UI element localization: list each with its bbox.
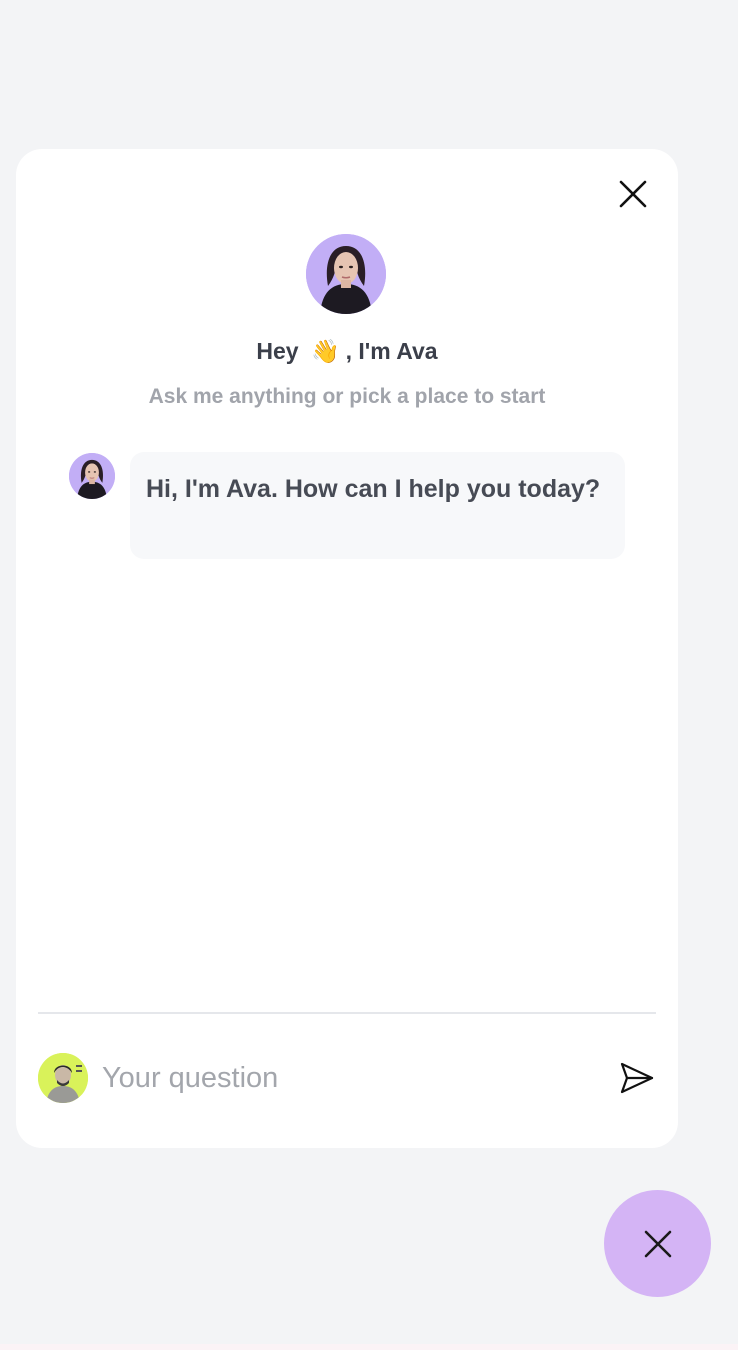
composer-divider — [38, 1012, 656, 1014]
page: Hey 👋, I'm Ava Ask me anything or pick a… — [0, 0, 738, 1350]
assistant-portrait-icon — [69, 453, 115, 499]
assistant-avatar-large — [306, 234, 386, 314]
assistant-portrait-icon — [306, 234, 386, 314]
close-icon — [619, 180, 647, 208]
wave-emoji-icon: 👋 — [310, 338, 340, 364]
question-input[interactable] — [102, 1055, 602, 1101]
greeting-suffix: , I'm Ava — [345, 338, 438, 364]
close-icon — [644, 1230, 671, 1257]
close-button[interactable] — [616, 177, 650, 211]
user-portrait-icon — [38, 1053, 88, 1103]
bottom-strip — [0, 1344, 738, 1350]
send-button[interactable] — [618, 1059, 656, 1097]
greeting-subtitle: Ask me anything or pick a place to start — [148, 385, 546, 408]
chat-panel: Hey 👋, I'm Ava Ask me anything or pick a… — [16, 149, 678, 1148]
assistant-avatar — [69, 453, 115, 499]
greeting-prefix: Hey — [256, 338, 299, 364]
send-icon — [620, 1062, 654, 1094]
greeting-heading: Hey 👋, I'm Ava — [16, 338, 678, 365]
user-avatar — [38, 1053, 88, 1103]
assistant-message-bubble: Hi, I'm Ava. How can I help you today? — [130, 452, 625, 559]
launcher-close-button[interactable] — [604, 1190, 711, 1297]
